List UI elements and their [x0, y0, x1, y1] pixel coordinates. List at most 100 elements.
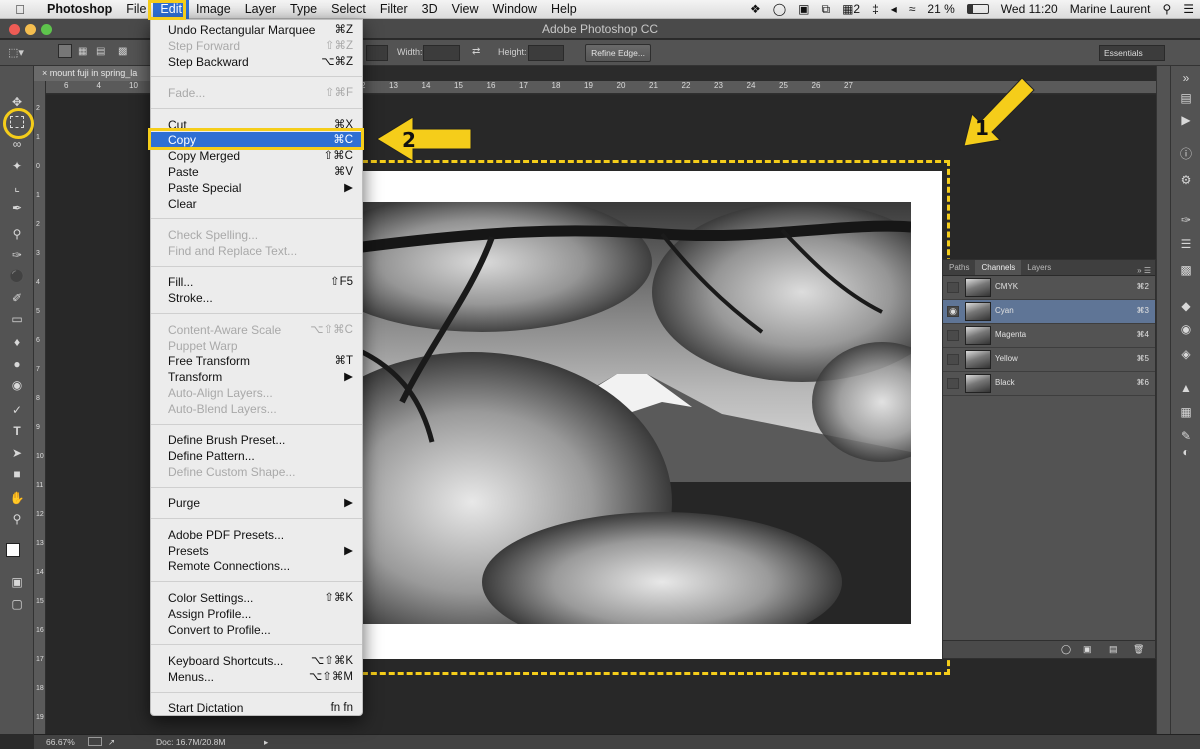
menu-select[interactable]: Select: [324, 0, 373, 19]
menu-item-transform[interactable]: Transform ▶: [151, 369, 362, 385]
share-icon[interactable]: ↗: [108, 735, 115, 749]
panel-collapse-strip[interactable]: [1156, 66, 1170, 734]
menu-item-color-settings[interactable]: Color Settings... ⇧⌘K: [151, 590, 362, 606]
intersect-selection-icon[interactable]: ▩: [118, 46, 127, 57]
menu-item-presets[interactable]: Presets ▶: [151, 543, 362, 559]
sync-icon[interactable]: ◯: [767, 2, 792, 16]
height-input[interactable]: [528, 45, 564, 61]
foreground-color-swatch[interactable]: [6, 543, 20, 557]
menu-item-keyboard-shortcuts[interactable]: Keyboard Shortcuts... ⌥⇧⌘K: [151, 653, 362, 669]
refine-edge-button[interactable]: Refine Edge...: [585, 44, 651, 62]
width-input[interactable]: [423, 45, 460, 61]
display-icon[interactable]: ▣: [792, 2, 815, 16]
save-selection-icon[interactable]: ▣: [1083, 644, 1092, 655]
visibility-eye-icon[interactable]: [947, 282, 959, 293]
menu-item-assign-profile[interactable]: Assign Profile...: [151, 606, 362, 622]
properties-panel-icon[interactable]: ⚙: [1177, 172, 1195, 188]
screens-icon[interactable]: ⧉: [816, 2, 837, 17]
magic-wand-tool-icon[interactable]: ✦: [8, 158, 26, 174]
healing-brush-tool-icon[interactable]: ⚲: [8, 226, 26, 242]
menu-item-free-transform[interactable]: Free Transform ⌘T: [151, 353, 362, 369]
menu-item-start-dictation[interactable]: Start Dictation fn fn: [151, 700, 362, 716]
visibility-eye-icon[interactable]: [947, 330, 959, 341]
eraser-tool-icon[interactable]: ▭: [8, 311, 26, 327]
channel-row-magenta[interactable]: Magenta ⌘4: [943, 324, 1155, 348]
new-channel-icon[interactable]: ▤: [1109, 644, 1118, 655]
info-panel-icon[interactable]: ⓘ: [1177, 146, 1195, 162]
character-panel-icon[interactable]: ▩: [1177, 262, 1195, 278]
wifi-icon[interactable]: ≈: [903, 2, 922, 16]
marquee-preset-icon[interactable]: ⬚▾: [8, 46, 24, 59]
menu-item-adobe-pdf-presets[interactable]: Adobe PDF Presets...: [151, 527, 362, 543]
menu-item-remote-connections[interactable]: Remote Connections...: [151, 558, 362, 574]
workspace-select[interactable]: Essentials: [1099, 45, 1165, 61]
user-name[interactable]: Marine Laurent: [1064, 2, 1157, 16]
visibility-eye-icon[interactable]: [947, 378, 959, 389]
screen-mode-icon[interactable]: ▢: [8, 596, 26, 612]
zoom-window-button[interactable]: [41, 24, 52, 35]
menu-item-undo-rectangular-marquee[interactable]: Undo Rectangular Marquee ⌘Z: [151, 22, 362, 38]
menu-type[interactable]: Type: [283, 0, 324, 19]
clock[interactable]: Wed 11:20: [995, 2, 1064, 16]
battery-icon[interactable]: [966, 4, 989, 14]
pen-tool-icon[interactable]: ✓: [8, 402, 26, 418]
apple-icon[interactable]: : [0, 2, 40, 17]
notification-center-icon[interactable]: ☰: [1177, 2, 1200, 16]
new-selection-icon[interactable]: [58, 44, 72, 58]
paths-panel-icon[interactable]: ◆: [1177, 298, 1195, 314]
collapse-dock-icon[interactable]: »: [1177, 70, 1195, 86]
notes-panel-icon[interactable]: ✎: [1177, 428, 1195, 444]
channel-row-yellow[interactable]: Yellow ⌘5: [943, 348, 1155, 372]
3d-panel-icon[interactable]: ▲: [1177, 380, 1195, 396]
menu-app-name[interactable]: Photoshop: [40, 0, 119, 19]
visibility-eye-icon[interactable]: ◉: [947, 306, 959, 317]
menu-item-convert-to-profile[interactable]: Convert to Profile...: [151, 622, 362, 638]
channel-row-cmyk[interactable]: CMYK ⌘2: [943, 276, 1155, 300]
menu-view[interactable]: View: [445, 0, 486, 19]
status-menu-arrow-icon[interactable]: ▸: [264, 735, 268, 749]
menu-item-copy-merged[interactable]: Copy Merged ⇧⌘C: [151, 148, 362, 164]
path-selection-tool-icon[interactable]: ➤: [8, 445, 26, 461]
volume-icon[interactable]: ◂: [885, 2, 903, 16]
color-panel-icon[interactable]: ◐: [1177, 444, 1195, 460]
panel-menu-icon[interactable]: » ☰: [1137, 266, 1155, 275]
type-tool-icon[interactable]: T: [8, 423, 26, 439]
menu-3d[interactable]: 3D: [415, 0, 445, 19]
style-select[interactable]: [366, 45, 388, 61]
notification-badge[interactable]: ▦2: [836, 2, 866, 16]
dropbox-icon[interactable]: ❖: [744, 2, 767, 16]
bluetooth-icon[interactable]: ‡: [866, 2, 885, 16]
battery-percent[interactable]: 21 %: [921, 2, 960, 16]
tab-layers[interactable]: Layers: [1021, 260, 1057, 275]
menu-item-fill[interactable]: Fill... ⇧F5: [151, 274, 362, 290]
load-selection-icon[interactable]: ◯: [1061, 644, 1071, 655]
minimize-window-button[interactable]: [25, 24, 36, 35]
menu-item-menus[interactable]: Menus... ⌥⇧⌘M: [151, 669, 362, 685]
menu-item-stroke[interactable]: Stroke...: [151, 290, 362, 306]
clone-stamp-tool-icon[interactable]: ⚫: [8, 268, 26, 284]
hand-tool-icon[interactable]: ✋: [8, 490, 26, 506]
zoom-level[interactable]: 66.67%: [46, 735, 75, 749]
swap-icon[interactable]: ⇄: [472, 46, 480, 57]
history-panel-icon[interactable]: ▤: [1177, 90, 1195, 106]
actions-panel-icon[interactable]: ▶: [1177, 112, 1195, 128]
left-ruler[interactable]: 2 1 0 1 2 3 4 5 6 7 8 9 10 11 12 13 14 15 16 17 18 19: [34, 81, 46, 734]
timeline-panel-icon[interactable]: ▦: [1177, 404, 1195, 420]
layers-panel-icon[interactable]: ◈: [1177, 346, 1195, 362]
menu-item-define-brush-preset[interactable]: Define Brush Preset...: [151, 432, 362, 448]
menu-item-paste[interactable]: Paste ⌘V: [151, 164, 362, 180]
menu-item-define-pattern[interactable]: Define Pattern...: [151, 448, 362, 464]
adjustments-icon[interactable]: ☰: [1177, 236, 1195, 252]
menu-image[interactable]: Image: [189, 0, 238, 19]
menu-item-paste-special[interactable]: Paste Special ▶: [151, 180, 362, 196]
brush-presets-icon[interactable]: ✑: [1177, 212, 1195, 228]
channel-row-black[interactable]: Black ⌘6: [943, 372, 1155, 396]
tab-channels[interactable]: Channels: [975, 260, 1022, 275]
channel-row-cyan[interactable]: ◉ Cyan ⌘3: [943, 300, 1155, 324]
document-tab[interactable]: × mount fuji in spring_la: [34, 66, 154, 81]
menu-help[interactable]: Help: [544, 0, 584, 19]
menu-layer[interactable]: Layer: [238, 0, 283, 19]
menu-filter[interactable]: Filter: [373, 0, 415, 19]
proof-icon[interactable]: [88, 737, 102, 746]
delete-channel-icon[interactable]: 🗑: [1133, 644, 1144, 655]
